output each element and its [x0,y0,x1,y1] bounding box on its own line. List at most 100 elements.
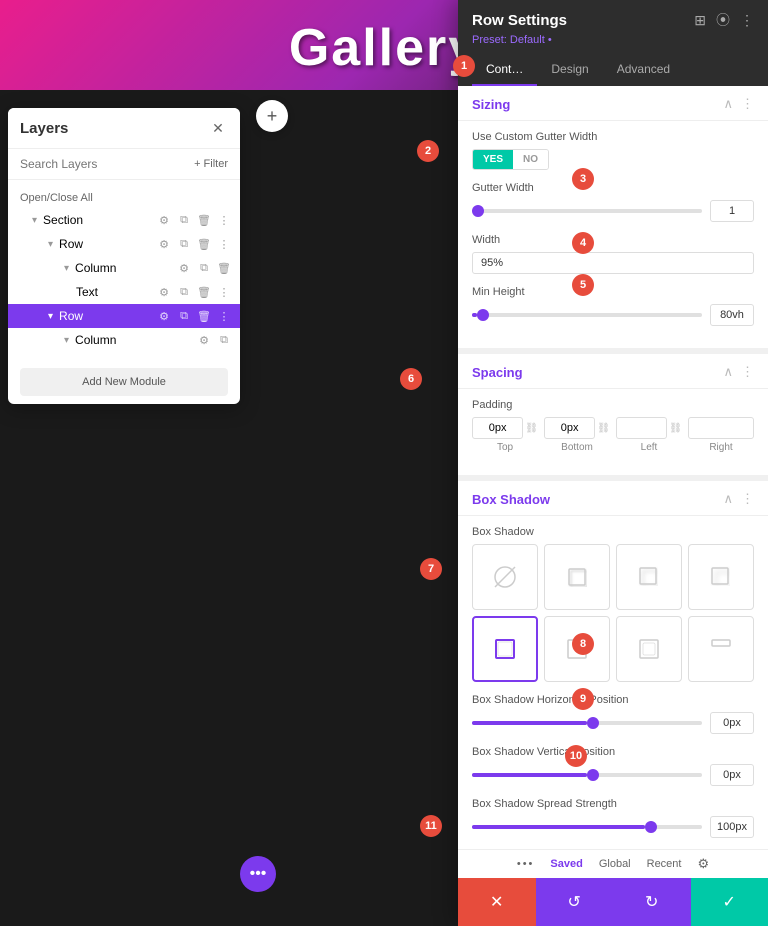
more-icon[interactable]: ⋮ [741,491,754,507]
settings-icon[interactable]: ⚙ [176,260,192,276]
padding-right-input[interactable] [688,417,754,439]
padding-bottom-input[interactable] [544,417,595,439]
shadow-custom[interactable] [688,616,754,682]
recent-label[interactable]: Recent [647,858,682,870]
gutter-width-slider: 1 [472,200,754,222]
link-icon[interactable]: ⛓ [669,423,682,434]
slider-thumb[interactable] [645,821,657,833]
save-button[interactable]: ✓ [691,878,768,926]
duplicate-icon[interactable]: ⧉ [176,284,192,300]
tab-content[interactable]: Cont… [472,54,537,86]
columns-icon[interactable]: ⦿ [716,10,730,30]
duplicate-icon[interactable]: ⧉ [196,260,212,276]
shadow-outside-lg[interactable] [688,544,754,610]
padding-left-input[interactable] [616,417,667,439]
delete-icon[interactable]: 🗑 [196,212,212,228]
slider-track[interactable] [472,313,702,317]
collapse-icon[interactable]: ∧ [723,491,733,507]
shadow-vertical-label: Box Shadow Vertical Position [472,746,754,758]
slider-fill [472,825,645,829]
settings-icon[interactable]: ⚙ [156,284,172,300]
delete-icon[interactable]: 🗑 [196,284,212,300]
slider-track[interactable] [472,825,702,829]
more-icon[interactable]: ⋮ [216,236,232,252]
more-icon[interactable]: ⋮ [740,12,754,29]
toggle-no[interactable]: NO [513,150,548,169]
slider-track[interactable] [472,721,702,725]
gutter-toggle[interactable]: YES NO [472,149,549,170]
cancel-button[interactable]: ✕ [458,878,536,926]
layer-item-column2[interactable]: ▾ Column ⚙ ⧉ [8,328,240,352]
close-icon[interactable]: ✕ [208,118,228,138]
panel-content: Sizing ∧ ⋮ Use Custom Gutter Width YES N… [458,86,768,849]
shadow-inside-lg[interactable] [616,616,682,682]
sizing-section: Sizing ∧ ⋮ Use Custom Gutter Width YES N… [458,86,768,348]
layer-item-column1[interactable]: ▾ Column ⚙ ⧉ 🗑 [8,256,240,280]
more-options-button[interactable]: ••• [240,856,276,892]
delete-icon[interactable]: 🗑 [196,236,212,252]
min-height-value[interactable]: 80vh [710,304,754,326]
chevron-icon: ▾ [64,335,69,346]
more-icon[interactable]: ⋮ [216,308,232,324]
gear-icon[interactable]: ⚙ [697,856,709,872]
search-input[interactable] [20,157,186,171]
slider-thumb[interactable] [587,717,599,729]
shadow-none[interactable] [472,544,538,610]
global-label[interactable]: Global [599,858,631,870]
duplicate-icon[interactable]: ⧉ [176,236,192,252]
shadow-spread-value[interactable]: 100px [710,816,754,838]
filter-button[interactable]: + Filter [194,158,228,170]
slider-thumb[interactable] [587,769,599,781]
collapse-icon[interactable]: ∧ [723,364,733,380]
layer-item-row2[interactable]: ▾ Row ⚙ ⧉ 🗑 ⋮ [8,304,240,328]
shadow-inside-sm[interactable] [472,616,538,682]
settings-icon[interactable]: ⚙ [156,212,172,228]
settings-icon[interactable]: ⚙ [156,236,172,252]
settings-icon[interactable]: ⚙ [196,332,212,348]
page-title: Gallery [289,18,479,78]
action-bar: ✕ ↺ ↻ ✓ [458,878,768,926]
shadow-horizontal-value[interactable]: 0px [710,712,754,734]
redo-button[interactable]: ↻ [613,878,691,926]
duplicate-icon[interactable]: ⧉ [176,308,192,324]
padding-top-input[interactable] [472,417,523,439]
more-icon[interactable]: ⋮ [216,212,232,228]
grid-icon[interactable]: ⊞ [694,12,706,29]
duplicate-icon[interactable]: ⧉ [176,212,192,228]
panel-header: Row Settings ⊞ ⦿ ⋮ Preset: Default • Con… [458,0,768,86]
link-icon[interactable]: ⛓ [597,423,610,434]
width-input[interactable] [472,252,754,274]
collapse-icon[interactable]: ∧ [723,96,733,112]
slider-thumb[interactable] [477,309,489,321]
layer-item-row1[interactable]: ▾ Row ⚙ ⧉ 🗑 ⋮ [8,232,240,256]
duplicate-icon[interactable]: ⧉ [216,332,232,348]
settings-icon[interactable]: ⚙ [156,308,172,324]
tab-design[interactable]: Design [537,54,602,86]
add-button[interactable]: + [256,100,288,132]
more-icon[interactable]: ⋮ [741,364,754,380]
more-icon[interactable]: ⋮ [216,284,232,300]
shadow-outside-sm[interactable] [544,544,610,610]
badge-9: 9 [572,688,594,710]
gutter-width-value[interactable]: 1 [710,200,754,222]
slider-thumb[interactable] [472,205,484,217]
padding-top-cell: ⛓ Top [472,417,538,453]
tab-advanced[interactable]: Advanced [603,54,684,86]
more-icon[interactable]: ⋮ [741,96,754,112]
shadow-vertical-value[interactable]: 0px [710,764,754,786]
delete-icon[interactable]: 🗑 [216,260,232,276]
saved-label[interactable]: Saved [550,858,582,870]
toggle-yes[interactable]: YES [473,150,513,169]
layer-item-section[interactable]: ▾ Section ⚙ ⧉ 🗑 ⋮ [8,208,240,232]
add-module-button[interactable]: Add New Module [20,368,228,396]
shadow-outside-md[interactable] [616,544,682,610]
layer-item-text[interactable]: Text ⚙ ⧉ 🗑 ⋮ [8,280,240,304]
slider-track[interactable] [472,773,702,777]
slider-track[interactable] [472,209,702,213]
padding-left-cell: ⛓ Left [616,417,682,453]
open-close-all[interactable]: Open/Close All [8,188,240,208]
saved-dots[interactable]: ••• [517,858,535,870]
undo-button[interactable]: ↺ [536,878,614,926]
link-icon[interactable]: ⛓ [525,423,538,434]
delete-icon[interactable]: 🗑 [196,308,212,324]
